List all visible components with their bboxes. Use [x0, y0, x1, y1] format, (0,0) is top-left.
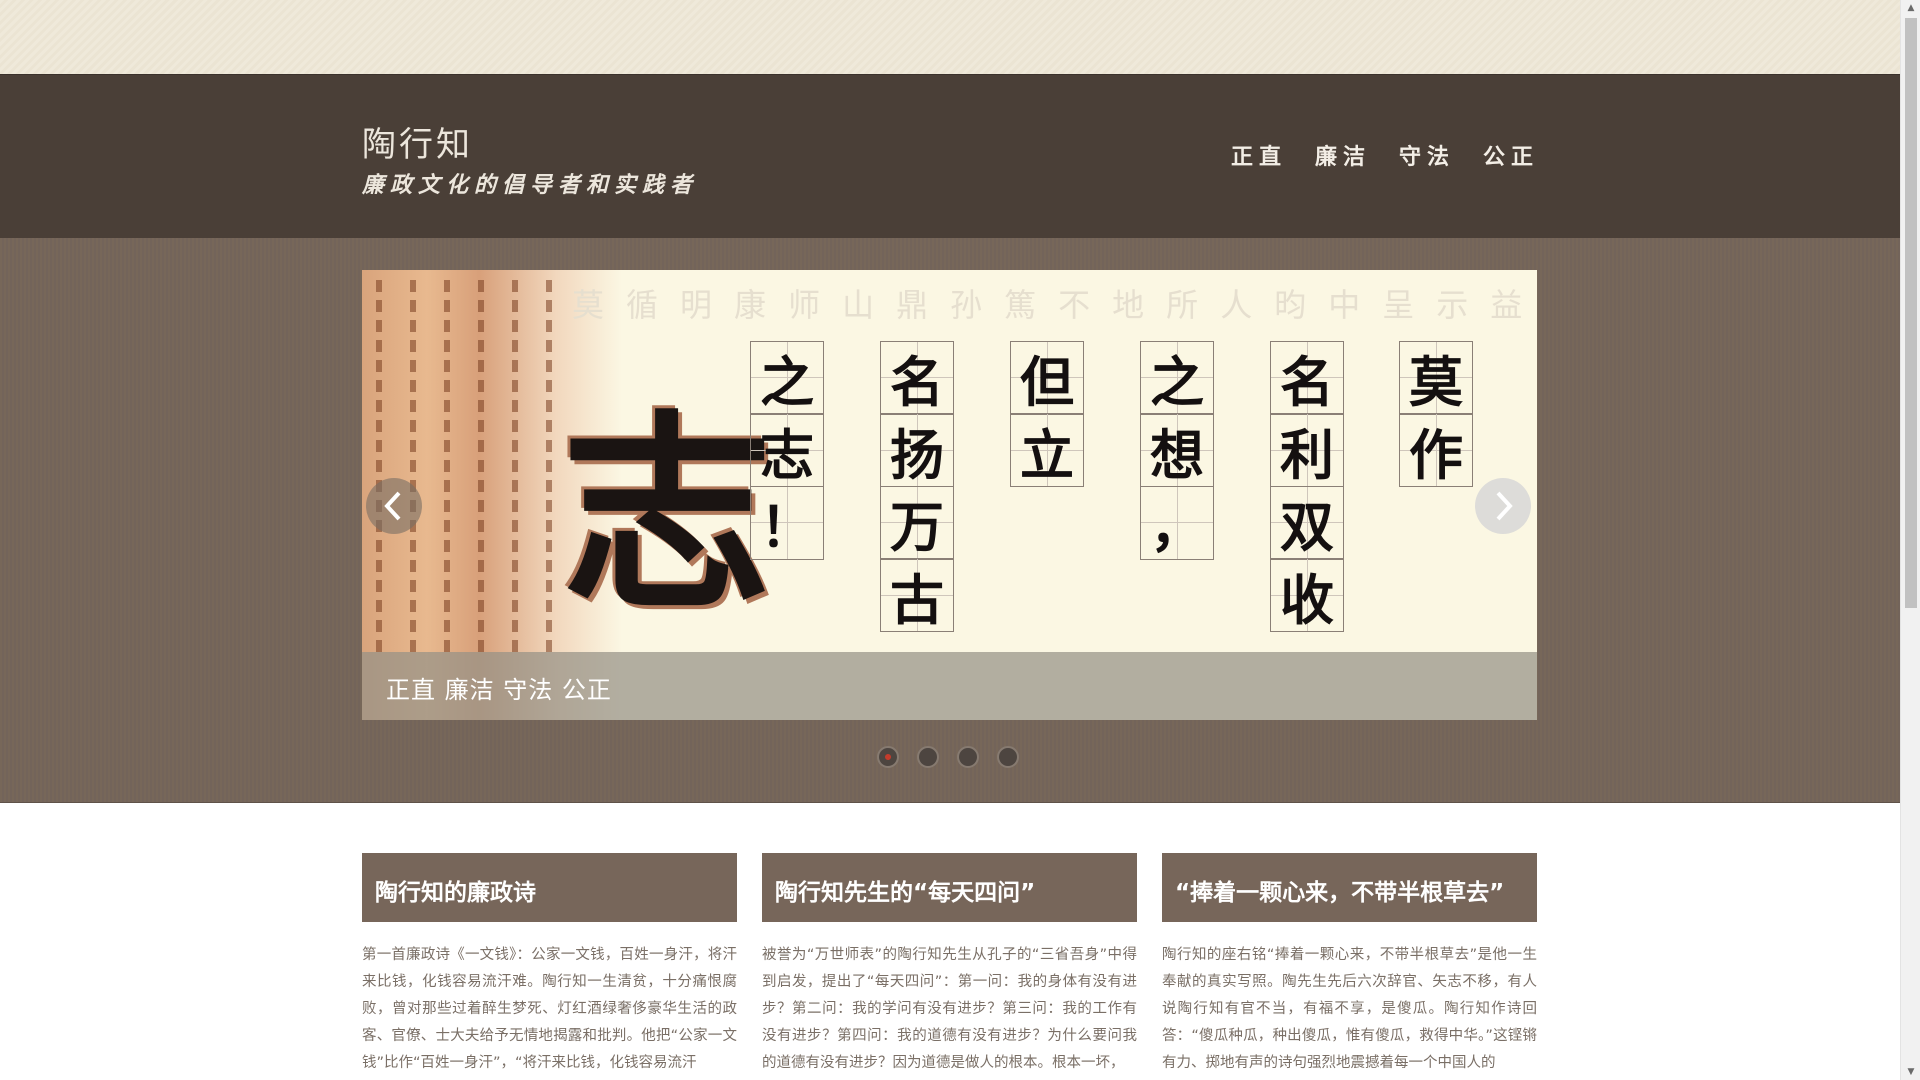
seal-script-glyph: 鼎	[896, 286, 929, 324]
chevron-right-icon	[1496, 491, 1513, 521]
seal-script-glyph: 山	[842, 286, 875, 324]
seal-script-glyph: 莫	[572, 286, 605, 324]
chevron-left-icon	[384, 491, 401, 521]
slide-image[interactable]: 莫循明康师山鼎孙篤不地所人昀中呈示益墓 志 之 志 ！ 名 扬 万 古 但 立 …	[362, 270, 1537, 720]
seal-script-glyph: 孙	[950, 286, 983, 324]
seal-script-glyph: 人	[1220, 286, 1253, 324]
calligraphy-column: 之 志 ！	[750, 340, 824, 560]
scroll-thumb[interactable]	[1905, 18, 1917, 608]
calligraphy-column: 但 立	[1010, 340, 1084, 487]
seal-script-glyph: 中	[1328, 286, 1361, 324]
card-body: 陶行知的座右铭“捧着一颗心来，不带半根草去”是他一生奉献的真实写照。陶先生先后六…	[1162, 947, 1537, 1071]
card-title[interactable]: 陶行知先生的“每天四问”	[762, 853, 1137, 922]
slider-band: 莫循明康师山鼎孙篤不地所人昀中呈示益墓 志 之 志 ！ 名 扬 万 古 但 立 …	[0, 238, 1900, 803]
seal-script-glyph: 循	[626, 286, 659, 324]
seal-script-glyph: 益	[1490, 286, 1523, 324]
scroll-up-arrow-icon[interactable]: ▲	[1901, 0, 1920, 16]
grid-cell: 之	[750, 340, 824, 415]
grid-cell: 扬	[880, 413, 954, 487]
calligraphy-column: 之 想 ，	[1140, 340, 1214, 560]
nav-item-zhengzhi[interactable]: 正直	[1231, 139, 1287, 171]
grid-cell: ，	[1140, 485, 1214, 560]
grid-cell: 收	[1270, 558, 1344, 632]
grid-cell: 志	[750, 413, 824, 487]
grid-cell: 双	[1270, 485, 1344, 560]
grid-cell: 名	[880, 340, 954, 415]
grid-cell: 但	[1010, 340, 1084, 415]
calligraphy-column: 名 利 双 收	[1270, 340, 1344, 632]
seal-script-row: 莫循明康师山鼎孙篤不地所人昀中呈示益墓	[572, 280, 1537, 326]
site-subtitle: 廉政文化的倡导者和实践者	[362, 172, 699, 198]
card-title[interactable]: “捧着一颗心来，不带半根草去”	[1162, 853, 1537, 922]
grid-cell: 之	[1140, 340, 1214, 415]
seal-script-glyph: 地	[1112, 286, 1145, 324]
seal-script-glyph: 明	[680, 286, 713, 324]
brand[interactable]: 陶行知 廉政文化的倡导者和实践者	[362, 125, 698, 199]
grid-cell: 立	[1010, 413, 1084, 487]
grid-cell: 莫	[1399, 340, 1473, 415]
article-cards: 陶行知的廉政诗 第一首廉政诗《一文钱》：公家一文钱，百姓一身汗，将汗来比钱，化钱…	[362, 853, 1537, 1080]
article-card[interactable]: 陶行知的廉政诗 第一首廉政诗《一文钱》：公家一文钱，百姓一身汗，将汗来比钱，化钱…	[362, 853, 737, 1080]
seal-glyph-zhi: 志	[562, 391, 773, 638]
grid-cell: 万	[880, 485, 954, 560]
calligraphy-column: 名 扬 万 古	[880, 340, 954, 632]
scroll-down-arrow-icon[interactable]: ▼	[1901, 1064, 1920, 1080]
seal-script-glyph: 康	[734, 286, 767, 324]
slide-caption: 正直 廉洁 守法 公正	[386, 676, 612, 704]
slide-caption-bar: 正直 廉洁 守法 公正	[362, 652, 1537, 720]
slider-dot-3[interactable]	[957, 746, 979, 768]
page-scrollbar[interactable]: ▲ ▼	[1900, 0, 1920, 1080]
seal-script-glyph: 不	[1058, 286, 1091, 324]
grid-cell: ！	[750, 485, 824, 560]
seal-script-glyph: 师	[788, 286, 821, 324]
nav-item-gongzheng[interactable]: 公正	[1483, 139, 1539, 171]
card-title[interactable]: 陶行知的廉政诗	[362, 853, 737, 922]
site-header: 陶行知 廉政文化的倡导者和实践者 正直 廉洁 守法 公正	[0, 74, 1900, 238]
card-body: 第一首廉政诗《一文钱》：公家一文钱，百姓一身汗，将汗来比钱，化钱容易流汗难。陶行…	[362, 947, 737, 1071]
slider-dot-4[interactable]	[997, 746, 1019, 768]
article-card[interactable]: 陶行知先生的“每天四问” 被誉为“万世师表”的陶行知先生从孔子的“三省吾身”中得…	[762, 853, 1137, 1080]
grid-cell: 名	[1270, 340, 1344, 415]
seal-script-glyph: 所	[1166, 286, 1199, 324]
article-card[interactable]: “捧着一颗心来，不带半根草去” 陶行知的座右铭“捧着一颗心来，不带半根草去”是他…	[1162, 853, 1537, 1080]
nav-item-shoufa[interactable]: 守法	[1399, 139, 1455, 171]
grid-cell: 想	[1140, 413, 1214, 487]
seal-script-glyph: 示	[1436, 286, 1469, 324]
grid-cell: 利	[1270, 413, 1344, 487]
slider-pagination	[877, 746, 1019, 768]
slider-next-button[interactable]	[1475, 478, 1531, 534]
slider-prev-button[interactable]	[366, 478, 422, 534]
top-paper-strip	[0, 0, 1900, 74]
grid-cell: 古	[880, 558, 954, 632]
slider-dot-1[interactable]	[877, 746, 899, 768]
seal-script-glyph: 昀	[1274, 286, 1307, 324]
grid-cell: 作	[1399, 413, 1473, 487]
card-body: 被誉为“万世师表”的陶行知先生从孔子的“三省吾身”中得到启发，提出了“每天四问”…	[762, 947, 1137, 1071]
nav-item-lianjie[interactable]: 廉洁	[1315, 139, 1371, 171]
main-nav: 正直 廉洁 守法 公正	[1231, 139, 1539, 171]
slider-dot-2[interactable]	[917, 746, 939, 768]
calligraphy-column: 莫 作	[1399, 340, 1473, 487]
site-title: 陶行知	[362, 125, 473, 165]
seal-script-glyph: 呈	[1382, 286, 1415, 324]
seal-script-glyph: 篤	[1004, 286, 1037, 324]
